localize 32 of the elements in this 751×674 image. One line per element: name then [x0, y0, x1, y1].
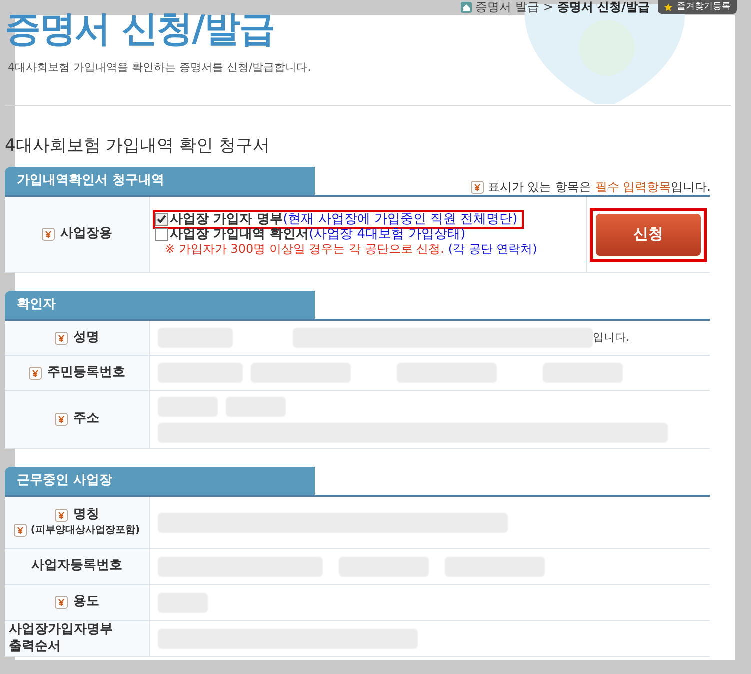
required-note: 표시가 있는 항목은 필수 입력항목입니다.	[488, 179, 711, 196]
breadcrumb-current: 증명서 신청/발급	[557, 1, 650, 13]
star-icon	[664, 2, 673, 12]
field-label: 용도	[74, 594, 100, 611]
field-sublabel: (피부양대상사업장포함)	[30, 524, 140, 538]
breadcrumb-link[interactable]: 증명서 발급	[476, 1, 540, 13]
notice-text-tail: 입니다.	[593, 330, 630, 346]
home-icon	[460, 2, 472, 12]
page-title: 증명서 신청/발급	[5, 12, 276, 48]
field-label: 명칭	[74, 506, 100, 524]
check-icon	[156, 214, 167, 225]
contact-link[interactable]: (각 공단 연락처)	[448, 242, 538, 256]
field-label: 주소	[74, 411, 100, 428]
field-label: 주민등록번호	[48, 364, 126, 382]
field-label: 성명	[74, 330, 100, 346]
option-checkbox-row[interactable]: 사업장 가입내역 확인서(사업장 4대보험 가입상태)	[155, 227, 466, 242]
required-icon	[14, 524, 27, 538]
bookmark-button[interactable]: 즐겨찾기등록	[658, 0, 737, 14]
section-title: 가입내역확인서 청구내역	[17, 172, 165, 190]
field-label: 사업장가입자명부 출력순서	[9, 622, 114, 655]
submit-button[interactable]: 신청	[596, 214, 701, 256]
field-label: 사업장용	[60, 226, 112, 243]
checkbox[interactable]	[155, 213, 168, 226]
field-label: 사업자등록번호	[32, 558, 122, 575]
breadcrumb-separator: >	[543, 1, 554, 13]
warning-text: ※ 가입자가 300명 이상일 경우는 각 공단으로 신청. (각 공단 연락처)	[164, 242, 538, 257]
form-title: 4대사회보험 가입내역 확인 청구서	[5, 134, 272, 158]
page-subtitle: 4대사회보험 가입내역을 확인하는 증명서를 신청/발급합니다.	[8, 60, 312, 76]
checkbox[interactable]	[155, 228, 168, 241]
option-checkbox-row[interactable]: 사업장 가입자 명부(현재 사업장에 가입중인 직원 전체명단)	[155, 212, 522, 227]
section-title: 근무중인 사업장	[17, 472, 113, 490]
section-title: 확인자	[17, 296, 56, 314]
